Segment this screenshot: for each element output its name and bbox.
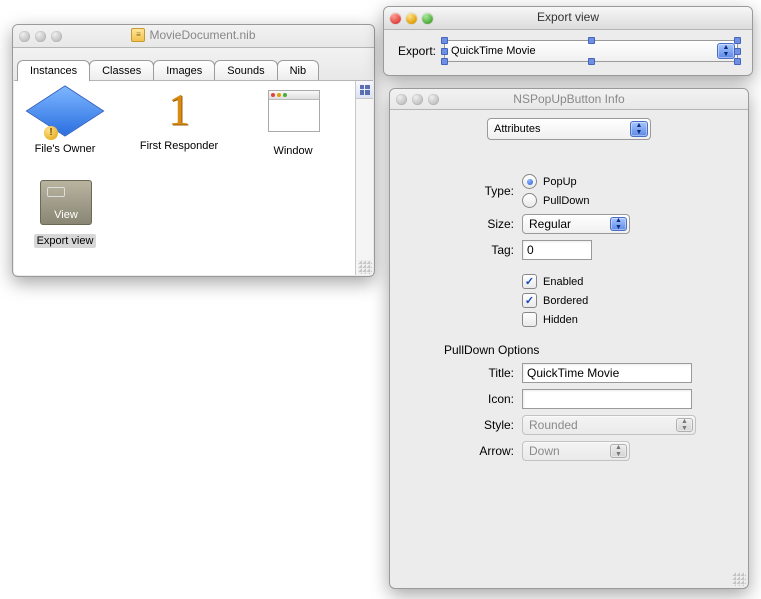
export-format-popup[interactable]: QuickTime Movie xyxy=(444,40,738,62)
pulldown-section-label: PullDown Options xyxy=(444,343,704,357)
resize-handle[interactable] xyxy=(732,572,746,586)
tab-instances[interactable]: Instances xyxy=(17,60,90,81)
export-view-window: Export view Export: QuickTime Movie xyxy=(383,6,753,76)
pulldown-style-popup[interactable]: Rounded xyxy=(522,415,696,435)
popup-arrows-icon xyxy=(676,418,693,432)
zoom-icon[interactable] xyxy=(428,94,439,105)
popup-value: Regular xyxy=(529,217,571,231)
popup-arrows-icon xyxy=(610,444,627,458)
first-responder-item[interactable]: 1 First Responder xyxy=(134,85,224,153)
item-label: Window xyxy=(270,144,315,158)
inspector-mode-popup[interactable]: Attributes xyxy=(487,118,651,140)
pulldown-arrow-label: Arrow: xyxy=(444,444,514,458)
popup-arrows-icon xyxy=(630,121,648,137)
tab-images[interactable]: Images xyxy=(153,60,215,81)
type-pulldown-radio[interactable]: PullDown xyxy=(522,193,704,208)
bordered-checkbox[interactable]: Bordered xyxy=(522,293,704,308)
close-icon[interactable] xyxy=(390,13,401,24)
titlebar[interactable]: ≡ MovieDocument.nib xyxy=(13,25,374,48)
first-responder-icon: 1 xyxy=(154,85,204,135)
pulldown-icon-label: Icon: xyxy=(444,392,514,406)
popup-arrows-icon xyxy=(610,217,627,231)
pulldown-arrow-popup[interactable]: Down xyxy=(522,441,630,461)
pulldown-title-label: Title: xyxy=(444,366,514,380)
checkbox-icon xyxy=(522,312,537,327)
window-title: Export view xyxy=(384,10,752,24)
titlebar[interactable]: Export view xyxy=(384,7,752,30)
minimize-icon[interactable] xyxy=(35,31,46,42)
radio-icon xyxy=(522,193,537,208)
grid-icon xyxy=(360,85,370,95)
tab-bar: Instances Classes Images Sounds Nib xyxy=(13,48,374,80)
window-item[interactable]: Window xyxy=(248,85,338,158)
checkbox-icon xyxy=(522,293,537,308)
inspector-window: NSPopUpButton Info Attributes Type: PopU… xyxy=(389,88,749,589)
tab-sounds[interactable]: Sounds xyxy=(214,60,277,81)
popup-arrows-icon xyxy=(717,43,735,59)
export-view-item[interactable]: View Export view xyxy=(20,175,110,248)
radio-icon xyxy=(522,174,537,189)
window-title: NSPopUpButton Info xyxy=(390,92,748,106)
pulldown-icon-field[interactable] xyxy=(522,389,692,409)
nib-icon-view[interactable]: ! File's Owner 1 First Responder Window … xyxy=(14,80,373,275)
pulldown-style-label: Style: xyxy=(444,418,514,432)
popup-value: Down xyxy=(529,444,560,458)
hidden-checkbox[interactable]: Hidden xyxy=(522,312,704,327)
popup-value: Attributes xyxy=(494,123,540,135)
tab-nib[interactable]: Nib xyxy=(277,60,320,81)
enabled-checkbox[interactable]: Enabled xyxy=(522,274,704,289)
popup-value: QuickTime Movie xyxy=(451,45,536,57)
size-label: Size: xyxy=(444,217,514,231)
item-label: First Responder xyxy=(137,139,221,153)
item-label: File's Owner xyxy=(32,142,99,156)
radio-label: PopUp xyxy=(543,176,577,188)
window-title: ≡ MovieDocument.nib xyxy=(13,28,374,42)
nib-document-window: ≡ MovieDocument.nib Instances Classes Im… xyxy=(12,24,375,277)
minimize-icon[interactable] xyxy=(406,13,417,24)
pulldown-title-field[interactable] xyxy=(522,363,692,383)
files-owner-item[interactable]: ! File's Owner xyxy=(20,85,110,156)
tab-classes[interactable]: Classes xyxy=(89,60,154,81)
cube-icon xyxy=(26,85,105,136)
zoom-icon[interactable] xyxy=(422,13,433,24)
checkbox-icon xyxy=(522,274,537,289)
minimize-icon[interactable] xyxy=(412,94,423,105)
titlebar[interactable]: NSPopUpButton Info xyxy=(390,89,748,110)
popup-value: Rounded xyxy=(529,418,578,432)
tag-label: Tag: xyxy=(444,243,514,257)
zoom-icon[interactable] xyxy=(51,31,62,42)
tag-field[interactable] xyxy=(522,240,592,260)
close-icon[interactable] xyxy=(19,31,30,42)
type-label: Type: xyxy=(444,184,514,198)
checkbox-label: Bordered xyxy=(543,295,588,307)
checkbox-label: Enabled xyxy=(543,276,583,288)
window-icon xyxy=(268,90,320,132)
warning-badge-icon: ! xyxy=(44,126,58,140)
vertical-scrollbar[interactable] xyxy=(355,81,373,275)
nib-file-icon: ≡ xyxy=(131,28,145,42)
view-mode-icon-button[interactable] xyxy=(356,81,373,99)
customview-icon: View xyxy=(40,180,92,225)
export-label: Export: xyxy=(398,44,436,58)
resize-handle[interactable] xyxy=(358,260,372,274)
item-label: Export view xyxy=(34,234,97,248)
checkbox-label: Hidden xyxy=(543,314,578,326)
close-icon[interactable] xyxy=(396,94,407,105)
size-popup[interactable]: Regular xyxy=(522,214,630,234)
type-popup-radio[interactable]: PopUp xyxy=(522,174,704,189)
radio-label: PullDown xyxy=(543,195,589,207)
